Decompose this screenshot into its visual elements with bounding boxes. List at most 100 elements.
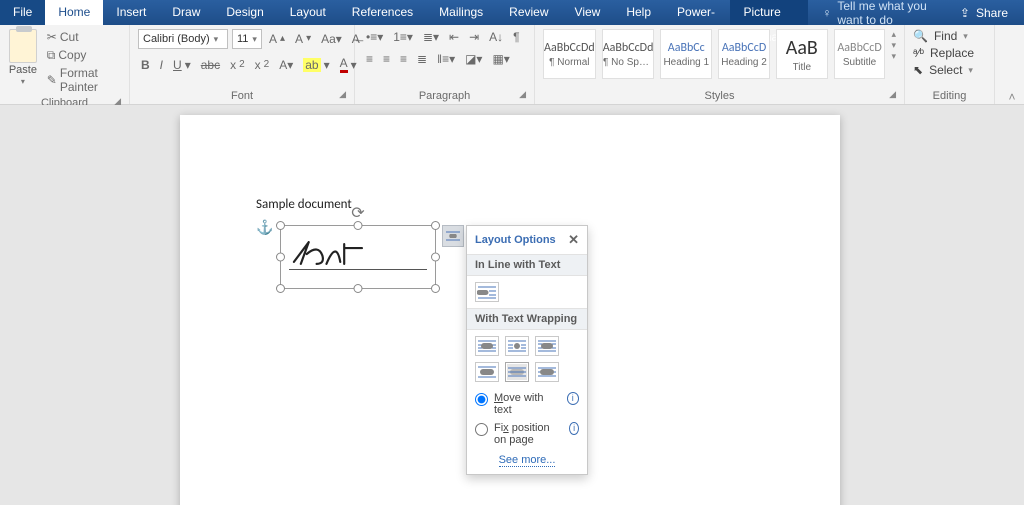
replace-button[interactable]: ᵃ⁄ᵇReplace	[913, 46, 974, 60]
style-name: Heading 2	[721, 57, 767, 68]
resize-handle-r[interactable]	[431, 253, 440, 262]
resize-handle-br[interactable]	[431, 284, 440, 293]
subscript-button[interactable]: x2	[227, 57, 248, 73]
font-size-combo[interactable]: 11▾	[232, 29, 262, 49]
tab-mailings[interactable]: Mailings	[426, 0, 496, 25]
grow-font-button[interactable]: A▴	[266, 31, 288, 47]
tab-layout[interactable]: Layout	[277, 0, 339, 25]
document-page[interactable]: Sample document ⟳ ⚓	[180, 115, 840, 505]
see-more-link[interactable]: See more...	[499, 454, 556, 467]
style-subtitle[interactable]: AaBbCcDSubtitle	[834, 29, 886, 79]
wrap-through[interactable]	[535, 336, 559, 356]
align-right-button[interactable]: ≡	[397, 51, 410, 67]
group-label-editing: Editing	[933, 90, 967, 102]
bold-button[interactable]: B	[138, 57, 153, 73]
style-heading1[interactable]: AaBbCc Heading 1	[660, 29, 712, 79]
superscript-button[interactable]: x2	[252, 57, 273, 73]
tab-view[interactable]: View	[562, 0, 614, 25]
decrease-indent-button[interactable]: ⇤	[446, 29, 462, 45]
tab-home[interactable]: Home	[45, 0, 103, 25]
text-effects-button[interactable]: A▾	[276, 57, 296, 73]
wrap-behind-text[interactable]	[505, 362, 529, 382]
bullets-button[interactable]: •≡▾	[363, 29, 386, 45]
italic-button[interactable]: I	[157, 57, 166, 73]
radio-fix-position-input[interactable]	[475, 423, 488, 436]
select-button[interactable]: ⬉Select▾	[913, 63, 973, 77]
resize-handle-l[interactable]	[276, 253, 285, 262]
wrap-square[interactable]	[475, 336, 499, 356]
justify-button[interactable]: ≣	[414, 51, 430, 67]
tab-help[interactable]: Help	[613, 0, 664, 25]
format-painter-button[interactable]: ✎Format Painter	[44, 65, 121, 95]
radio-move-with-text[interactable]: Move with text i	[475, 392, 579, 416]
show-marks-button[interactable]: ¶	[510, 29, 522, 45]
wrap-tight[interactable]	[505, 336, 529, 356]
style-normal[interactable]: AaBbCcDd¶ Normal	[543, 29, 596, 79]
highlight-button[interactable]: ab▾	[300, 57, 332, 73]
font-name-value: Calibri (Body)	[143, 33, 210, 45]
selected-picture[interactable]	[280, 225, 436, 289]
font-name-combo[interactable]: Calibri (Body)▾	[138, 29, 228, 49]
shrink-font-button[interactable]: A▾	[292, 31, 314, 47]
wrap-inline[interactable]	[475, 282, 499, 302]
paste-dropdown-icon[interactable]: ▾	[21, 77, 25, 86]
info-icon[interactable]: i	[569, 422, 579, 435]
resize-handle-t[interactable]	[354, 221, 363, 230]
shading-button[interactable]: ◪▾	[462, 51, 485, 67]
rotate-handle[interactable]: ⟳	[351, 203, 364, 223]
borders-button[interactable]: ▦▾	[489, 51, 512, 67]
layout-options-button[interactable]	[442, 225, 464, 247]
style-sample: AaBbCcDd	[603, 41, 654, 55]
font-dialog-launcher[interactable]: ◢	[339, 89, 346, 100]
document-body-text[interactable]: Sample document	[256, 197, 352, 212]
strikethrough-button[interactable]: abc	[198, 57, 223, 73]
wrap-infront-text[interactable]	[535, 362, 559, 382]
tab-review[interactable]: Review	[496, 0, 561, 25]
info-icon[interactable]: i	[567, 392, 579, 405]
styles-scroll-down[interactable]: ▾	[891, 40, 896, 51]
find-button[interactable]: 🔍Find▾	[913, 29, 968, 43]
radio-move-with-text-input[interactable]	[475, 393, 488, 406]
align-left-button[interactable]: ≡	[363, 51, 376, 67]
tab-references[interactable]: References	[339, 0, 426, 25]
style-title[interactable]: AaBTitle	[776, 29, 828, 79]
style-heading2[interactable]: AaBbCcDHeading 2	[718, 29, 770, 79]
style-name: Heading 1	[663, 57, 709, 68]
tab-design[interactable]: Design	[213, 0, 276, 25]
cut-button[interactable]: ✂Cut	[44, 29, 121, 45]
tell-me-search[interactable]: ♀ Tell me what you want to do	[808, 0, 944, 25]
share-button[interactable]: ⇪ Share	[944, 0, 1024, 25]
resize-handle-tr[interactable]	[431, 221, 440, 230]
increase-indent-button[interactable]: ⇥	[466, 29, 482, 45]
numbering-button[interactable]: 1≡▾	[390, 29, 416, 45]
tab-picture-format[interactable]: Picture Format	[730, 0, 808, 25]
radio-fix-position[interactable]: Fix position on page i	[475, 422, 579, 446]
styles-gallery-expand[interactable]: ▾	[891, 51, 896, 62]
popover-close-button[interactable]: ✕	[568, 232, 579, 248]
line-spacing-button[interactable]: ‖≡▾	[434, 51, 458, 67]
align-center-button[interactable]: ≡	[380, 51, 393, 67]
tab-insert[interactable]: Insert	[103, 0, 159, 25]
resize-handle-bl[interactable]	[276, 284, 285, 293]
tab-power-user[interactable]: Power-user	[664, 0, 730, 25]
resize-handle-b[interactable]	[354, 284, 363, 293]
styles-dialog-launcher[interactable]: ◢	[889, 89, 896, 100]
style-sample: AaBbCc	[668, 41, 705, 55]
tab-draw[interactable]: Draw	[159, 0, 213, 25]
underline-button[interactable]: U▾	[170, 57, 194, 73]
sort-button[interactable]: A↓	[486, 29, 506, 45]
object-anchor-icon[interactable]: ⚓	[256, 219, 273, 236]
paste-button[interactable]: Paste ▾	[8, 29, 38, 86]
resize-handle-tl[interactable]	[276, 221, 285, 230]
collapse-ribbon-button[interactable]: ˄	[1000, 25, 1024, 104]
style-sample: AaB	[786, 36, 818, 60]
multilevel-list-button[interactable]: ≣▾	[420, 29, 442, 45]
style-no-spacing[interactable]: AaBbCcDd¶ No Spac...	[602, 29, 655, 79]
tab-file[interactable]: File	[0, 0, 45, 25]
layout-options-popover: Layout Options ✕ In Line with Text With …	[466, 225, 588, 475]
wrap-topbottom[interactable]	[475, 362, 499, 382]
copy-button[interactable]: ⧉Copy	[44, 47, 121, 63]
paragraph-dialog-launcher[interactable]: ◢	[519, 89, 526, 100]
change-case-button[interactable]: Aa▾	[318, 31, 345, 47]
styles-scroll-up[interactable]: ▴	[891, 29, 896, 40]
